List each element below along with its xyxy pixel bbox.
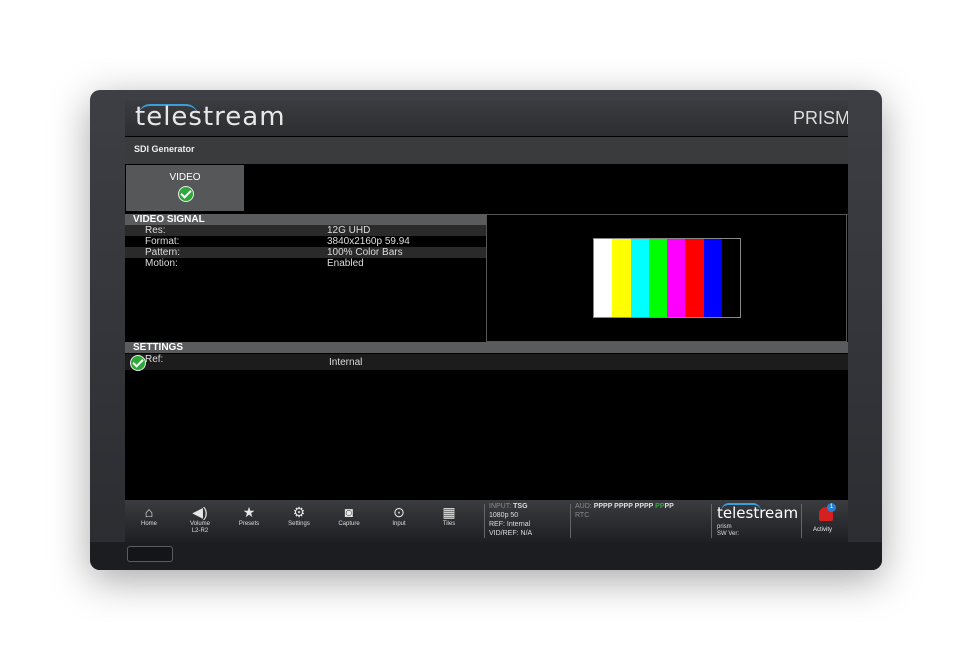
input-button[interactable]: ⊙ Input	[379, 504, 419, 528]
taskbar: ⌂ Home ◀) Volume L2-R2 ★ Presets ⚙ Setti…	[125, 500, 848, 542]
audio-status-active: PP	[655, 503, 665, 510]
volume-icon: ◀)	[192, 504, 208, 520]
signal-row: Format: 3840x2160p 59.94	[125, 236, 486, 247]
signal-label: Pattern:	[145, 247, 181, 258]
capture-button[interactable]: ◙ Capture	[329, 504, 369, 528]
gear-icon: ⚙	[292, 504, 306, 520]
product-info: prism SW Ver:	[717, 524, 739, 538]
color-bar	[594, 239, 613, 317]
presets-label: Presets	[238, 521, 260, 527]
divider	[801, 504, 802, 538]
taskbar-logo: telestream	[717, 504, 799, 522]
video-preview[interactable]	[486, 214, 847, 342]
volume-button[interactable]: ◀) Volume L2-R2	[180, 504, 220, 535]
signal-row: Res: 12G UHD	[125, 225, 486, 236]
volume-label: Volume	[189, 521, 210, 527]
video-signal-header: VIDEO SIGNAL	[125, 214, 486, 225]
screen: telestream PRISM SDI Generator VIDEO VID…	[125, 100, 848, 542]
color-bar	[685, 239, 704, 317]
check-icon	[178, 186, 194, 202]
audio-status-label: AUD:	[575, 503, 592, 510]
home-label: Home	[140, 521, 157, 527]
device-bezel-bottom	[90, 542, 882, 570]
signal-label: Format:	[145, 236, 180, 247]
signal-label: Res:	[145, 225, 166, 236]
activity-label: Activity	[813, 527, 833, 533]
check-icon	[130, 355, 146, 371]
color-bar	[667, 239, 686, 317]
page-title: SDI Generator	[134, 144, 195, 154]
input-ref: REF: Internal	[489, 521, 531, 528]
device-power-button[interactable]	[127, 546, 173, 562]
color-bar	[703, 239, 722, 317]
tiles-label: Tiles	[442, 521, 456, 527]
settings-label-btn: Settings	[288, 521, 310, 527]
divider	[484, 504, 485, 538]
audio-status[interactable]: AUD: PPPP PPPP PPPP PPPP RTC	[575, 502, 674, 520]
settings-label: Ref:	[145, 354, 164, 365]
brand-logo: telestream	[135, 102, 286, 132]
tiles-icon: ▦	[442, 504, 456, 520]
input-status-label: INPUT:	[489, 503, 512, 510]
color-bar	[648, 239, 667, 317]
signal-value: Enabled	[327, 258, 364, 269]
sw-version: SW Ver:	[717, 531, 740, 537]
color-bars-pattern	[593, 238, 741, 318]
home-icon: ⌂	[144, 504, 154, 520]
color-bar	[630, 239, 649, 317]
home-button[interactable]: ⌂ Home	[129, 504, 169, 528]
tab-video-label: VIDEO	[169, 172, 201, 183]
activity-badge: 1	[827, 503, 836, 512]
camera-icon: ◙	[344, 504, 354, 520]
page-titlebar: SDI Generator	[125, 137, 848, 164]
product-model: prism	[717, 524, 732, 530]
device-frame: telestream PRISM SDI Generator VIDEO VID…	[90, 90, 882, 570]
input-label: Input	[392, 521, 406, 527]
presets-button[interactable]: ★ Presets	[229, 504, 269, 528]
audio-status-value: PPPP PPPP PPPP	[593, 503, 656, 510]
divider	[711, 504, 712, 538]
tab-video[interactable]: VIDEO	[126, 165, 244, 211]
audio-status-tail: PP	[664, 503, 674, 510]
input-format: 1080p 50	[489, 512, 519, 519]
color-bar	[721, 239, 740, 317]
product-name: PRISM	[792, 108, 848, 128]
rtc-label: RTC	[575, 512, 590, 519]
tab-row: VIDEO	[125, 164, 848, 215]
divider	[570, 504, 571, 538]
signal-row: Motion: Enabled	[125, 258, 486, 269]
input-status-value: TSG	[513, 503, 528, 510]
vidref-value: N/A	[520, 530, 533, 537]
settings-row-ref[interactable]: Ref: Internal	[125, 354, 848, 371]
signal-label: Motion:	[145, 258, 178, 269]
settings-button[interactable]: ⚙ Settings	[279, 504, 319, 528]
video-signal-panel: VIDEO SIGNAL Res: 12G UHD Format: 3840x2…	[125, 214, 486, 342]
input-icon: ⊙	[393, 504, 405, 520]
capture-label: Capture	[338, 521, 360, 527]
signal-value: 3840x2160p 59.94	[327, 236, 410, 247]
settings-value: Internal	[329, 357, 363, 368]
input-status[interactable]: INPUT: TSG 1080p 50 REF: Internal VID/RE…	[489, 502, 532, 538]
tiles-button[interactable]: ▦ Tiles	[429, 504, 469, 528]
volume-channel: L2-R2	[191, 528, 209, 534]
star-icon: ★	[242, 504, 256, 520]
vidref-label: VID/REF:	[489, 530, 519, 537]
brand-bar: telestream PRISM	[125, 100, 848, 136]
settings-header: SETTINGS	[125, 342, 848, 353]
color-bar	[612, 239, 631, 317]
signal-value: 100% Color Bars	[327, 247, 403, 258]
signal-value: 12G UHD	[327, 225, 371, 236]
signal-row: Pattern: 100% Color Bars	[125, 247, 486, 258]
